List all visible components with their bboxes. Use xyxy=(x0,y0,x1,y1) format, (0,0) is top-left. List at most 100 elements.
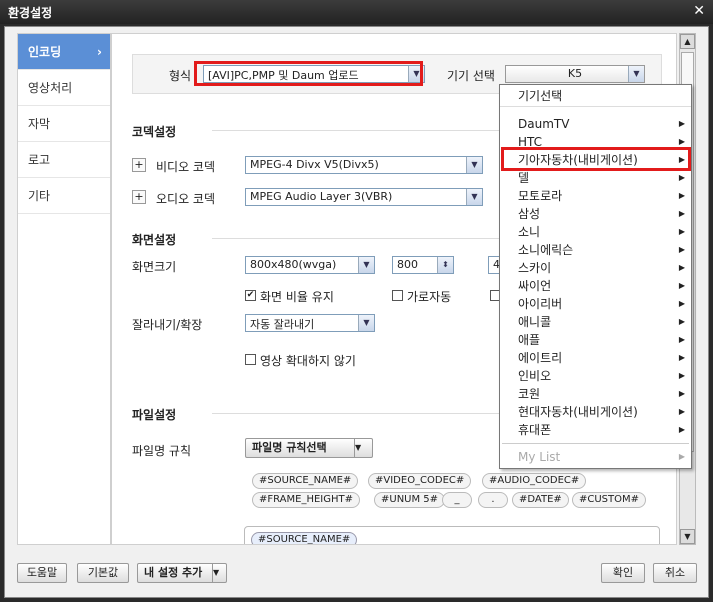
tag-custom[interactable]: #CUSTOM# xyxy=(572,492,647,508)
menu-item-sky[interactable]: 스카이 ▶ xyxy=(500,259,691,277)
file-rule-button[interactable]: 파일명 규칙선택 ▼ xyxy=(245,438,373,458)
menu-item-apple[interactable]: 애플 ▶ xyxy=(500,331,691,349)
sidebar: 인코딩 › 영상처리 자막 로고 기타 xyxy=(17,33,111,545)
device-select[interactable]: K5 ▼ xyxy=(505,65,645,83)
cancel-button[interactable]: 취소 xyxy=(653,563,697,583)
keep-ratio-label: 화면 비율 유지 xyxy=(260,290,334,304)
sidebar-item-label: 기타 xyxy=(28,189,51,203)
tag-source-name[interactable]: #SOURCE_NAME# xyxy=(252,473,359,489)
keep-ratio-checkbox[interactable]: ✔ xyxy=(245,290,256,301)
sidebar-item-label: 인코딩 xyxy=(28,45,62,59)
audio-codec-select[interactable]: MPEG Audio Layer 3(VBR) ▼ xyxy=(245,188,483,206)
tag-dot[interactable]: . xyxy=(478,492,508,508)
chevron-right-icon: ▶ xyxy=(678,209,685,218)
menu-item-cowon[interactable]: 코원 ▶ xyxy=(500,385,691,403)
sidebar-item-subtitle[interactable]: 자막 xyxy=(18,106,110,142)
device-dropdown-menu: 기기선택 DaumTV ▶ HTC ▶ 기아자동차(내비게이션) ▶ 델 ▶ 모토로라 ▶… xyxy=(499,84,692,469)
video-codec-select[interactable]: MPEG-4 Divx V5(Divx5) ▼ xyxy=(245,156,483,174)
menu-item-invio[interactable]: 인비오 ▶ xyxy=(500,367,691,385)
menu-item-sony-ericsson[interactable]: 소니에릭슨 ▶ xyxy=(500,241,691,259)
tag-underscore[interactable]: _ xyxy=(442,492,472,508)
plus-icon[interactable]: + xyxy=(132,190,146,204)
menu-item-motorola[interactable]: 모토로라 ▶ xyxy=(500,187,691,205)
no-enlarge-checkbox[interactable] xyxy=(245,354,256,365)
menu-item-label: 소니에릭슨 xyxy=(518,243,574,257)
chevron-right-icon: ▶ xyxy=(678,227,685,236)
horizontal-auto-checkbox[interactable] xyxy=(392,290,403,301)
screen-size-select[interactable]: 800x480(wvga) ▼ xyxy=(245,256,375,274)
window-title: 환경설정 xyxy=(8,6,53,20)
menu-item-label: 기아자동차(내비게이션) xyxy=(518,153,638,167)
crop-select[interactable]: 자동 잘라내기 ▼ xyxy=(245,314,375,332)
menu-item-daumtv[interactable]: DaumTV ▶ xyxy=(500,115,691,133)
menu-item-label: My List xyxy=(518,450,561,464)
menu-item-sony[interactable]: 소니 ▶ xyxy=(500,223,691,241)
chevron-right-icon: ▶ xyxy=(678,353,685,362)
format-label: 형식 xyxy=(169,69,192,83)
menu-item-eightree[interactable]: 에이트리 ▶ xyxy=(500,349,691,367)
scroll-up-icon[interactable]: ▲ xyxy=(680,34,695,49)
screen-size-value: 800x480(wvga) xyxy=(250,258,337,271)
tag-date[interactable]: #DATE# xyxy=(512,492,569,508)
menu-item-cyon[interactable]: 싸이언 ▶ xyxy=(500,277,691,295)
menu-item-my-list[interactable]: My List ▶ xyxy=(500,448,691,466)
file-section-title: 파일설정 xyxy=(132,408,177,422)
chevron-right-icon: ▶ xyxy=(678,425,685,434)
menu-item-samsung[interactable]: 삼성 ▶ xyxy=(500,205,691,223)
chevron-down-icon: ▼ xyxy=(358,315,374,331)
tag-audio-codec[interactable]: #AUDIO_CODEC# xyxy=(482,473,587,489)
chevron-down-icon: ▼ xyxy=(466,189,482,205)
chevron-right-icon: ▶ xyxy=(678,371,685,380)
menu-item-label: 휴대폰 xyxy=(518,423,552,437)
no-enlarge-label: 영상 확대하지 않기 xyxy=(260,354,356,368)
file-pattern-box[interactable]: #SOURCE_NAME# xyxy=(244,526,660,544)
bottom-bar: 도움말 기본값 내 설정 추가 ▼ 확인 취소 xyxy=(5,557,708,597)
chevron-right-icon: › xyxy=(97,45,102,59)
sidebar-item-label: 영상처리 xyxy=(28,81,73,95)
chevron-right-icon: ▶ xyxy=(678,155,685,164)
spin-icon[interactable]: ⬍ xyxy=(437,257,453,273)
plus-icon[interactable]: + xyxy=(132,158,146,172)
menu-item-dell[interactable]: 델 ▶ xyxy=(500,169,691,187)
codec-section-title: 코덱설정 xyxy=(132,125,177,139)
pattern-tag-source-name[interactable]: #SOURCE_NAME# xyxy=(251,532,358,544)
width-spinner[interactable]: 800 ⬍ xyxy=(392,256,454,274)
menu-item-phone[interactable]: 휴대폰 ▶ xyxy=(500,421,691,439)
tag-unum[interactable]: #UNUM 5# xyxy=(374,492,446,508)
menu-item-htc[interactable]: HTC ▶ xyxy=(500,133,691,151)
tag-frame-height[interactable]: #FRAME_HEIGHT# xyxy=(252,492,361,508)
sidebar-item-etc[interactable]: 기타 xyxy=(18,178,110,214)
help-button[interactable]: 도움말 xyxy=(17,563,67,583)
sidebar-item-encoding[interactable]: 인코딩 › xyxy=(18,34,110,70)
menu-item-label: 현대자동차(내비게이션) xyxy=(518,405,638,419)
menu-item-kia[interactable]: 기아자동차(내비게이션) ▶ xyxy=(500,151,691,169)
crop-label: 잘라내기/확장 xyxy=(132,318,203,332)
chevron-right-icon: ▶ xyxy=(678,191,685,200)
menu-item-label: 인비오 xyxy=(518,369,552,383)
sidebar-item-logo[interactable]: 로고 xyxy=(18,142,110,178)
chevron-down-icon: ▼ xyxy=(408,66,424,82)
chevron-right-icon: ▶ xyxy=(678,452,685,461)
scroll-down-icon[interactable]: ▼ xyxy=(680,529,695,544)
menu-item-iriver[interactable]: 아이리버 ▶ xyxy=(500,295,691,313)
audio-codec-value: MPEG Audio Layer 3(VBR) xyxy=(250,190,393,203)
menu-item-anycall[interactable]: 애니콜 ▶ xyxy=(500,313,691,331)
chevron-down-icon: ▼ xyxy=(628,66,644,82)
menu-item-label: 삼성 xyxy=(518,207,541,221)
tag-video-codec[interactable]: #VIDEO_CODEC# xyxy=(368,473,472,489)
default-button[interactable]: 기본값 xyxy=(77,563,129,583)
sidebar-item-label: 로고 xyxy=(28,153,51,167)
format-select[interactable]: [AVI]PC,PMP 및 Daum 업로드 ▼ xyxy=(203,65,425,83)
ok-button[interactable]: 확인 xyxy=(601,563,645,583)
add-setting-label: 내 설정 추가 xyxy=(144,566,203,579)
sidebar-item-label: 자막 xyxy=(28,117,51,131)
chevron-right-icon: ▶ xyxy=(678,299,685,308)
menu-item-hyundai[interactable]: 현대자동차(내비게이션) ▶ xyxy=(500,403,691,421)
menu-item-label: 아이리버 xyxy=(518,297,563,311)
video-codec-label: 비디오 코덱 xyxy=(156,160,216,174)
chevron-down-icon: ▼ xyxy=(358,257,374,273)
add-setting-button[interactable]: 내 설정 추가 ▼ xyxy=(137,563,227,583)
close-icon[interactable]: ✕ xyxy=(693,3,705,19)
sidebar-item-video-processing[interactable]: 영상처리 xyxy=(18,70,110,106)
menu-item-label: 코원 xyxy=(518,387,541,401)
